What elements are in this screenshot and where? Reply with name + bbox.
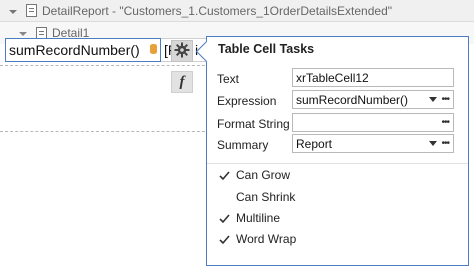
- band-boundary-line: [0, 131, 210, 132]
- expression-value: sumRecordNumber(): [296, 92, 409, 107]
- band-icon: [26, 4, 37, 17]
- summary-value: Report: [296, 136, 333, 151]
- selected-table-cell[interactable]: sumRecordNumber(): [5, 38, 161, 62]
- chevron-down-icon[interactable]: [18, 28, 28, 38]
- format-string-field[interactable]: •••: [292, 113, 454, 132]
- checkmark-icon[interactable]: [218, 169, 231, 182]
- can-grow-checkbox[interactable]: Can Grow: [218, 166, 290, 184]
- checkmark-icon[interactable]: [218, 212, 231, 225]
- ellipsis-icon[interactable]: •••: [441, 138, 449, 149]
- dropdown-arrow-icon[interactable]: [429, 141, 438, 146]
- word-wrap-checkbox[interactable]: Word Wrap: [218, 230, 296, 248]
- unchecked-box-icon[interactable]: [218, 191, 231, 204]
- word-wrap-label: Word Wrap: [236, 232, 297, 246]
- summary-field[interactable]: Report •••: [292, 134, 454, 153]
- database-icon: [150, 44, 157, 54]
- ellipsis-icon[interactable]: •••: [441, 117, 449, 128]
- detail-report-label: DetailReport - "Customers_1.Customers_1O…: [42, 3, 392, 18]
- popup-title: Table Cell Tasks: [218, 42, 315, 56]
- expression-button[interactable]: f: [171, 71, 193, 93]
- chevron-down-icon[interactable]: [8, 6, 18, 16]
- band-bottom-line: [0, 65, 210, 66]
- format-string-label: Format String: [217, 117, 290, 131]
- checkmark-icon[interactable]: [218, 233, 231, 246]
- function-icon: f: [179, 73, 185, 90]
- detail-report-band[interactable]: DetailReport - "Customers_1.Customers_1O…: [0, 0, 474, 22]
- cell-text: sumRecordNumber(): [9, 42, 140, 58]
- gear-icon: [174, 42, 190, 61]
- table-cell-tasks-popup: Table Cell Tasks Text xrTableCell12 Expr…: [206, 36, 469, 266]
- dropdown-arrow-icon[interactable]: [429, 97, 438, 102]
- multiline-checkbox[interactable]: Multiline: [218, 209, 280, 227]
- text-value: xrTableCell12: [296, 70, 369, 85]
- ellipsis-icon[interactable]: •••: [441, 94, 449, 105]
- multiline-label: Multiline: [236, 211, 281, 225]
- smart-tag-button[interactable]: [171, 40, 193, 62]
- popup-separator: [207, 163, 468, 164]
- expression-field[interactable]: sumRecordNumber() •••: [292, 90, 454, 109]
- text-label: Text: [217, 72, 240, 86]
- can-shrink-label: Can Shrink: [236, 190, 296, 204]
- summary-label: Summary: [217, 138, 269, 152]
- expression-label: Expression: [217, 94, 277, 108]
- can-shrink-checkbox[interactable]: Can Shrink: [218, 188, 295, 206]
- text-field[interactable]: xrTableCell12: [292, 68, 454, 87]
- can-grow-label: Can Grow: [236, 168, 291, 182]
